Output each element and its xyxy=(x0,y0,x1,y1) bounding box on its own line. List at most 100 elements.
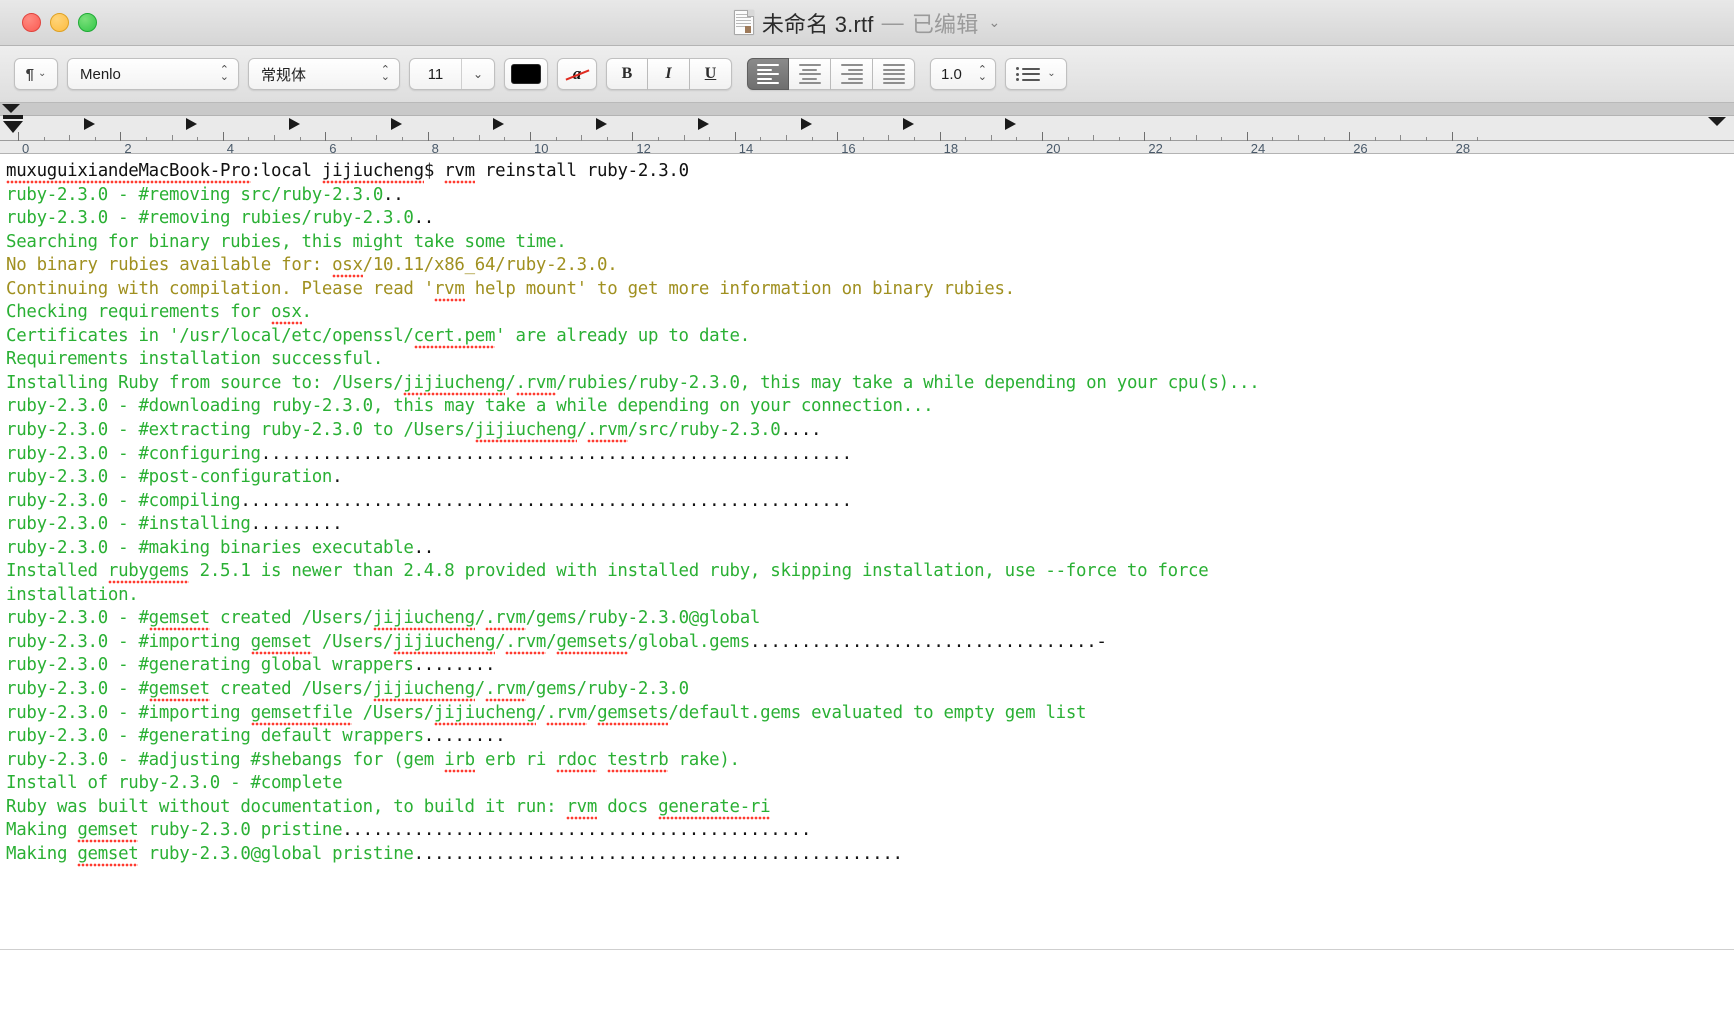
text-run: / xyxy=(474,679,485,700)
bold-label: B xyxy=(621,65,633,82)
indent-marker[interactable] xyxy=(3,115,23,133)
ruler-tick xyxy=(376,135,378,141)
text-run: / xyxy=(576,420,587,441)
tab-stop-marker[interactable] xyxy=(493,118,505,130)
ruler-scale[interactable]: 0 2 4 6 8 10 12 14 16 18 20 22 24 26 28 xyxy=(0,115,1734,153)
document-line[interactable]: ruby-2.3.0 - #compiling.................… xyxy=(6,490,1734,514)
bold-button[interactable]: B xyxy=(606,58,648,90)
ruler-number: 10 xyxy=(534,141,549,154)
ruler[interactable]: 0 2 4 6 8 10 12 14 16 18 20 22 24 26 28 xyxy=(0,103,1734,154)
ruler-tick xyxy=(555,137,557,141)
ruler-tick xyxy=(862,137,864,141)
vertical-scrollbar[interactable] xyxy=(1719,950,1734,1012)
document-line[interactable]: ruby-2.3.0 - #configuring...............… xyxy=(6,443,1734,467)
document-line[interactable]: ruby-2.3.0 - #gemset created /Users/jiji… xyxy=(6,678,1734,703)
underline-button[interactable]: U xyxy=(690,58,732,90)
misspelled-word: rvm xyxy=(444,161,475,184)
text-run: ruby-2.3.0 - #importing xyxy=(6,631,251,652)
italic-button[interactable]: I xyxy=(648,58,690,90)
paragraph-style-button[interactable]: ¶ ⌄ xyxy=(14,58,58,90)
minimize-button[interactable] xyxy=(50,13,69,32)
document-line[interactable]: muxuguixiandeMacBook-Pro:local jijiuchen… xyxy=(6,160,1734,184)
font-size-select[interactable]: 11 ⌄ xyxy=(409,58,495,90)
document-line[interactable]: ruby-2.3.0 - #adjusting #shebangs for (g… xyxy=(6,749,1734,773)
ruler-tick xyxy=(1374,137,1376,141)
document-line[interactable]: Checking requirements for osx. xyxy=(6,301,1734,326)
tab-stop-marker[interactable] xyxy=(1005,118,1017,130)
italic-label: I xyxy=(665,65,672,82)
align-justify-button[interactable] xyxy=(873,58,915,90)
misspelled-word: jijiucheng xyxy=(372,679,475,703)
document-line[interactable]: ruby-2.3.0 - #gemset created /Users/jiji… xyxy=(6,607,1734,632)
text-run: ruby-2.3.0 - #extracting ruby-2.3.0 to /… xyxy=(6,420,475,441)
text-color-button[interactable] xyxy=(504,58,548,90)
document-line[interactable]: Continuing with compilation. Please read… xyxy=(6,278,1734,302)
tab-stop-marker[interactable] xyxy=(698,118,710,130)
ruler-tick xyxy=(197,137,199,141)
document-line[interactable]: ruby-2.3.0 - #post-configuration. xyxy=(6,466,1734,490)
document-line[interactable]: ruby-2.3.0 - #generating global wrappers… xyxy=(6,654,1734,678)
list-style-button[interactable]: ⌄ xyxy=(1005,58,1067,90)
align-left-button[interactable] xyxy=(747,58,789,90)
misspelled-word: jijiucheng xyxy=(403,372,506,396)
ruler-number: 22 xyxy=(1148,141,1163,154)
misspelled-word: jijiucheng xyxy=(474,420,577,444)
document-line[interactable]: Install of ruby-2.3.0 - #complete xyxy=(6,772,1734,796)
document-text[interactable]: muxuguixiandeMacBook-Pro:local jijiuchen… xyxy=(0,154,1734,867)
document-line[interactable]: Making gemset ruby-2.3.0 pristine.......… xyxy=(6,819,1734,844)
close-button[interactable] xyxy=(22,13,41,32)
document-line[interactable]: Installed rubygems 2.5.1 is newer than 2… xyxy=(6,560,1734,585)
document-line[interactable]: installation. xyxy=(6,584,1734,608)
document-line[interactable]: ruby-2.3.0 - #downloading ruby-2.3.0, th… xyxy=(6,395,1734,419)
ruler-number: 18 xyxy=(943,141,959,154)
tab-stop-marker[interactable] xyxy=(186,118,198,130)
ruler-tick xyxy=(69,135,71,141)
document-line[interactable]: ruby-2.3.0 - #making binaries executable… xyxy=(6,537,1734,561)
chevron-down-icon[interactable]: ⌄ xyxy=(462,67,494,81)
ruler-number: 28 xyxy=(1455,141,1471,154)
tab-stop-marker[interactable] xyxy=(800,118,812,130)
background-color-button[interactable]: a xyxy=(557,58,597,90)
title-chevron-down-icon[interactable]: ⌄ xyxy=(988,14,1000,31)
tab-stop-marker[interactable] xyxy=(390,118,402,130)
document-line[interactable]: ruby-2.3.0 - #removing rubies/ruby-2.3.0… xyxy=(6,207,1734,231)
document-line[interactable]: ruby-2.3.0 - #importing gemset /Users/ji… xyxy=(6,631,1734,655)
line-spacing-select[interactable]: 1.0 ⌃ ⌄ xyxy=(930,58,996,90)
progress-dots: .... xyxy=(780,420,822,441)
ruler-number: 20 xyxy=(1046,141,1061,154)
font-family-select[interactable]: Menlo ⌃ ⌄ xyxy=(67,58,239,90)
document-line[interactable]: ruby-2.3.0 - #installing......... xyxy=(6,513,1734,537)
document-line[interactable]: Requirements installation successful. xyxy=(6,348,1734,372)
maximize-button[interactable] xyxy=(78,13,97,32)
document-line[interactable]: Searching for binary rubies, this might … xyxy=(6,231,1734,255)
document-line[interactable]: ruby-2.3.0 - #importing gemsetfile /User… xyxy=(6,702,1734,726)
misspelled-word: gemsets xyxy=(597,702,669,726)
document-line[interactable]: Making gemset ruby-2.3.0@global pristine… xyxy=(6,843,1734,867)
ruler-tick xyxy=(990,135,992,141)
document-line[interactable]: Installing Ruby from source to: /Users/j… xyxy=(6,372,1734,396)
ruler-number: 16 xyxy=(841,141,856,154)
document-canvas[interactable]: muxuguixiandeMacBook-Pro:local jijiuchen… xyxy=(0,154,1734,950)
document-line[interactable]: Ruby was built without documentation, to… xyxy=(6,796,1734,820)
align-center-button[interactable] xyxy=(789,58,831,90)
tab-stop-marker[interactable] xyxy=(595,118,607,130)
tab-stop-marker[interactable] xyxy=(83,118,95,130)
underline-label: U xyxy=(704,65,717,82)
ruler-tick xyxy=(1144,132,1146,141)
misspelled-word: generate-ri xyxy=(658,796,771,820)
document-line[interactable]: ruby-2.3.0 - #generating default wrapper… xyxy=(6,725,1734,749)
ruler-tick xyxy=(965,137,967,141)
text-run: / xyxy=(546,631,557,652)
tab-stop-marker[interactable] xyxy=(288,118,300,130)
document-line[interactable]: ruby-2.3.0 - #removing src/ruby-2.3.0.. xyxy=(6,184,1734,208)
align-left-icon xyxy=(757,64,779,84)
align-right-button[interactable] xyxy=(831,58,873,90)
font-style-select[interactable]: 常规体 ⌃ ⌄ xyxy=(248,58,400,90)
document-line[interactable]: ruby-2.3.0 - #extracting ruby-2.3.0 to /… xyxy=(6,419,1734,444)
tab-stop-marker[interactable] xyxy=(902,118,914,130)
document-line[interactable]: Certificates in '/usr/local/etc/openssl/… xyxy=(6,325,1734,349)
document-line[interactable]: No binary rubies available for: osx/10.1… xyxy=(6,254,1734,279)
document-icon xyxy=(733,10,754,35)
ruler-number: 8 xyxy=(431,141,439,154)
ruler-left-arrow-icon[interactable] xyxy=(2,104,20,113)
